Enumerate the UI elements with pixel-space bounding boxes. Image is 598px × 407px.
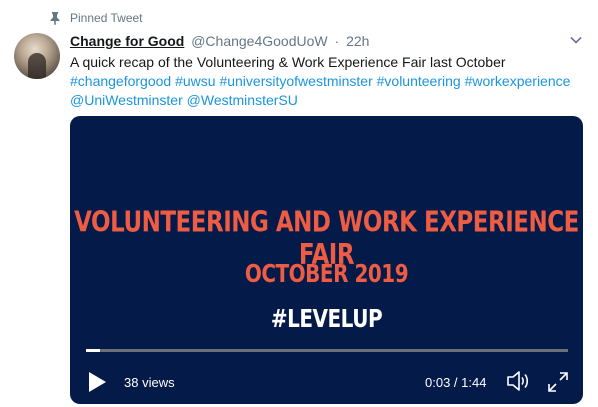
tweet-body: A quick recap of the Volunteering & Work…	[70, 54, 506, 70]
hashtag-link[interactable]: #uwsu	[175, 73, 215, 89]
mention-link[interactable]: @WestminsterSU	[187, 92, 298, 108]
video-time: 0:03 / 1:44	[425, 375, 487, 390]
video-title-line2: OCTOBER 2019	[244, 258, 409, 288]
view-count: 38 views	[124, 375, 175, 390]
pin-icon	[50, 12, 60, 25]
hashtag-link[interactable]: #volunteering	[377, 73, 461, 89]
hashtag-link[interactable]: #workexperience	[465, 73, 571, 89]
avatar[interactable]	[14, 33, 60, 79]
mention-line: @UniWestminster @WestminsterSU	[70, 91, 585, 110]
video-progress-fill	[86, 349, 101, 352]
pinned-label: Pinned Tweet	[70, 11, 143, 25]
fullscreen-icon[interactable]	[547, 371, 569, 393]
video-title-line3: #LEVELUP	[270, 303, 383, 333]
video-progress-bar[interactable]	[86, 349, 568, 352]
separator-dot: ·	[334, 33, 340, 49]
video-player[interactable]: VOLUNTEERING AND WORK EXPERIENCE FAIR OC…	[70, 116, 583, 404]
chevron-down-icon[interactable]	[570, 36, 582, 44]
hashtag-line: #changeforgood #uwsu #universityofwestmi…	[70, 72, 585, 91]
tweet-text: A quick recap of the Volunteering & Work…	[70, 53, 585, 110]
pinned-tweet-indicator: Pinned Tweet	[49, 11, 143, 25]
tweet-header: Change for Good @Change4GoodUoW · 22h	[70, 33, 369, 49]
author-name[interactable]: Change for Good	[70, 33, 184, 49]
author-handle[interactable]: @Change4GoodUoW	[191, 33, 327, 49]
hashtag-link[interactable]: #universityofwestminster	[219, 73, 372, 89]
mention-link[interactable]: @UniWestminster	[70, 92, 183, 108]
play-icon[interactable]	[86, 370, 108, 394]
hashtag-link[interactable]: #changeforgood	[70, 73, 171, 89]
tweet-time[interactable]: 22h	[346, 33, 369, 49]
volume-icon[interactable]	[506, 369, 532, 393]
